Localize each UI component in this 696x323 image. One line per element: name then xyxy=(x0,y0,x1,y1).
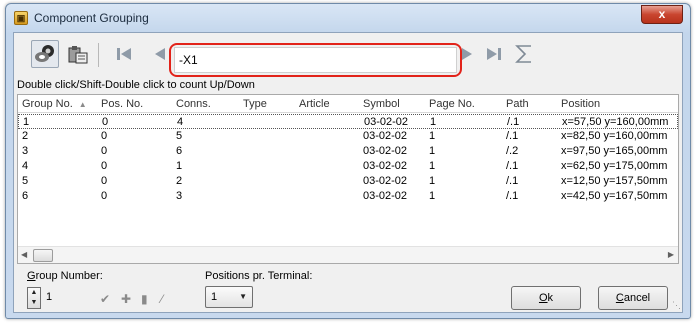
horizontal-scrollbar[interactable]: ◀ ▶ xyxy=(18,246,678,263)
table-cell: 03-02-02 xyxy=(364,116,409,128)
column-header[interactable]: Path xyxy=(506,98,529,110)
table-row[interactable]: 6 0 3 03-02-02 1 /.1 x=42,50 y=167,50mm xyxy=(18,189,678,204)
table-cell: 1 xyxy=(430,116,437,128)
table-cell: 1 xyxy=(429,145,436,157)
group-number-stepper[interactable]: ▲ ▼ 1 xyxy=(27,287,77,309)
table-cell: 1 xyxy=(429,190,436,202)
table-cell: 1 xyxy=(23,116,30,128)
table-cell: 3 xyxy=(22,145,29,157)
table-cell: x=12,50 y=157,50mm xyxy=(561,175,668,187)
scroll-left-icon[interactable]: ◀ xyxy=(21,250,27,259)
table-row[interactable]: 3 0 6 03-02-02 1 /.2 x=97,50 y=165,00mm xyxy=(18,144,678,159)
table-cell: 2 xyxy=(22,130,29,142)
column-header[interactable]: Symbol xyxy=(363,98,400,110)
table-row[interactable]: 4 0 1 03-02-02 1 /.1 x=62,50 y=175,00mm xyxy=(18,159,678,174)
column-header[interactable]: Group No. ▲ xyxy=(22,98,87,110)
scroll-thumb[interactable] xyxy=(33,249,53,262)
column-header[interactable]: Position xyxy=(561,98,600,110)
table-cell: /.1 xyxy=(507,116,520,128)
resize-grip-icon[interactable]: ⋱ xyxy=(672,300,681,311)
table-cell: x=82,50 y=160,00mm xyxy=(561,130,668,142)
spin-up-icon[interactable]: ▲ xyxy=(28,288,40,298)
hint-text: Double click/Shift-Double click to count… xyxy=(17,79,255,91)
table-cell: 03-02-02 xyxy=(363,145,408,157)
plus-terminal-icon[interactable]: ✚ xyxy=(121,292,131,306)
table-cell: x=42,50 y=167,50mm xyxy=(561,190,668,202)
component-table[interactable]: Group No. ▲ Pos. No. Conns. Type Article … xyxy=(17,94,679,264)
window-title: Component Grouping xyxy=(34,11,149,25)
toolbar xyxy=(14,33,682,77)
table-cell: /.1 xyxy=(506,160,519,172)
table-cell: /.1 xyxy=(506,130,519,142)
table-cell: 1 xyxy=(429,130,436,142)
table-cell: 03-02-02 xyxy=(363,130,408,142)
clipboard-icon[interactable] xyxy=(64,40,92,68)
column-header[interactable]: Article xyxy=(299,98,330,110)
table-cell: 1 xyxy=(176,160,183,172)
table-cell: x=57,50 y=160,00mm xyxy=(562,116,669,128)
table-cell: 5 xyxy=(22,175,29,187)
table-cell: 03-02-02 xyxy=(363,190,408,202)
table-cell: 6 xyxy=(176,145,183,157)
column-header[interactable]: Page No. xyxy=(429,98,475,110)
positions-value: 1 xyxy=(211,291,218,303)
next-record-icon[interactable] xyxy=(453,40,481,68)
table-cell: 1 xyxy=(429,175,436,187)
table-cell: 5 xyxy=(176,130,183,142)
double-terminal-icon[interactable]: ⁄ xyxy=(161,292,163,306)
group-number-value: 1 xyxy=(46,291,53,303)
previous-record-icon[interactable] xyxy=(144,40,172,68)
table-cell: 0 xyxy=(101,145,108,157)
table-cell: 0 xyxy=(101,130,108,142)
first-record-icon[interactable] xyxy=(110,40,138,68)
table-cell: /.1 xyxy=(506,190,519,202)
dialog-body: Double click/Shift-Double click to count… xyxy=(13,32,683,313)
table-cell: 2 xyxy=(176,175,183,187)
column-header[interactable]: Type xyxy=(243,98,267,110)
table-cell: 1 xyxy=(429,160,436,172)
table-row[interactable]: 2 0 5 03-02-02 1 /.1 x=82,50 y=160,00mm xyxy=(18,129,678,144)
last-record-icon[interactable] xyxy=(480,40,508,68)
group-number-label: Group Number: xyxy=(27,270,103,282)
component-grouping-dialog: ▣ Component Grouping x -X1 Double click/… xyxy=(5,3,691,319)
checkmark-icon[interactable]: ✔ xyxy=(100,292,110,306)
table-cell: 3 xyxy=(176,190,183,202)
table-cell: 03-02-02 xyxy=(363,175,408,187)
app-logo-icon: ▣ xyxy=(14,11,28,25)
single-terminal-icon[interactable]: ▮ xyxy=(141,292,148,306)
spin-buttons[interactable]: ▲ ▼ xyxy=(27,287,41,309)
table-cell: 0 xyxy=(101,190,108,202)
scroll-right-icon[interactable]: ▶ xyxy=(668,250,674,259)
table-cell: 03-02-02 xyxy=(363,160,408,172)
table-cell: 6 xyxy=(22,190,29,202)
table-cell: 0 xyxy=(101,160,108,172)
ok-button[interactable]: Ok xyxy=(511,286,581,310)
table-cell: /.2 xyxy=(506,145,519,157)
table-cell: 0 xyxy=(101,175,108,187)
eye-view-icon[interactable] xyxy=(31,40,59,68)
table-header: Group No. ▲ Pos. No. Conns. Type Article … xyxy=(18,95,678,113)
positions-per-terminal-label: Positions pr. Terminal: xyxy=(205,270,313,282)
table-cell: /.1 xyxy=(506,175,519,187)
column-header[interactable]: Pos. No. xyxy=(101,98,143,110)
title-bar: ▣ Component Grouping x xyxy=(6,4,690,32)
table-row[interactable]: 1 0 4 03-02-02 1 /.1 x=57,50 y=160,00mm xyxy=(18,114,678,129)
cancel-button[interactable]: Cancel xyxy=(598,286,668,310)
close-button[interactable]: x xyxy=(641,5,683,24)
table-cell: x=97,50 y=165,00mm xyxy=(561,145,668,157)
table-cell: 0 xyxy=(102,116,109,128)
positions-per-terminal-select[interactable]: 1 ▼ xyxy=(205,286,253,308)
table-cell: 4 xyxy=(22,160,29,172)
sort-ascending-icon: ▲ xyxy=(78,100,87,109)
table-cell: 4 xyxy=(177,116,184,128)
table-row[interactable]: 5 0 2 03-02-02 1 /.1 x=12,50 y=157,50mm xyxy=(18,174,678,189)
chevron-down-icon: ▼ xyxy=(239,292,247,301)
column-header[interactable]: Conns. xyxy=(176,98,211,110)
table-cell: x=62,50 y=175,00mm xyxy=(561,160,668,172)
search-input[interactable] xyxy=(174,47,457,73)
sum-icon[interactable] xyxy=(510,40,538,68)
spin-down-icon[interactable]: ▼ xyxy=(28,298,40,308)
